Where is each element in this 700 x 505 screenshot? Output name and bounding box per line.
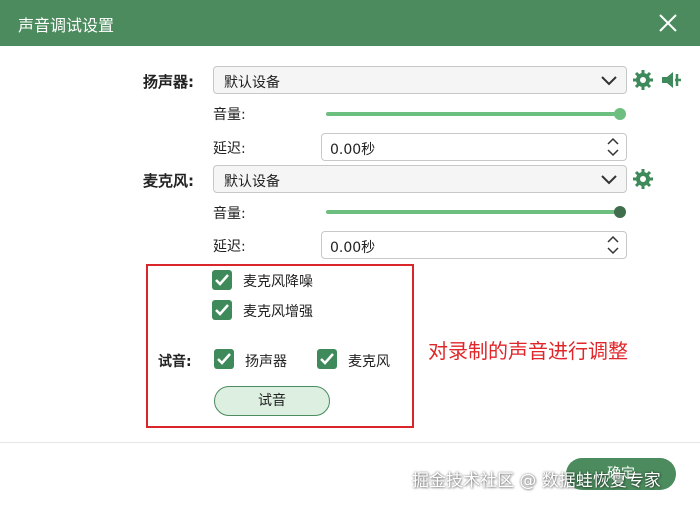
speaker-device-select[interactable]: 默认设备 <box>213 66 627 94</box>
test-label: 试音: <box>158 354 192 370</box>
slider-thumb[interactable] <box>614 206 626 218</box>
mic-label: 麦克风: <box>143 172 194 190</box>
gear-icon[interactable] <box>632 168 654 190</box>
speaker-label: 扬声器: <box>143 73 194 91</box>
slider-track <box>326 112 620 116</box>
check-icon <box>215 304 229 316</box>
close-icon[interactable] <box>654 9 682 37</box>
spinner-arrows-icon[interactable] <box>606 234 620 256</box>
spinner-arrows-icon[interactable] <box>606 136 620 158</box>
mic-device-select[interactable]: 默认设备 <box>213 165 627 193</box>
noise-reduction-checkbox[interactable] <box>212 270 232 290</box>
speaker-delay-value: 0.00秒 <box>330 142 376 158</box>
check-icon <box>215 274 229 286</box>
speaker-volume-slider[interactable] <box>326 107 626 121</box>
speaker-delay-input[interactable]: 0.00秒 <box>321 133 627 161</box>
mic-enhance-label: 麦克风增强 <box>243 304 313 320</box>
footer-divider <box>0 442 700 443</box>
mic-delay-input[interactable]: 0.00秒 <box>321 231 627 259</box>
test-mic-label: 麦克风 <box>348 354 390 370</box>
check-icon <box>320 353 334 365</box>
annotation-text: 对录制的声音进行调整 <box>428 339 628 363</box>
speaker-delay-label: 延迟: <box>213 141 246 157</box>
mic-volume-label: 音量: <box>213 206 246 222</box>
mic-enhance-checkbox[interactable] <box>212 300 232 320</box>
mic-delay-label: 延迟: <box>213 239 246 255</box>
test-mic-checkbox[interactable] <box>317 349 337 369</box>
speaker-volume-label: 音量: <box>213 107 246 123</box>
mic-device-value: 默认设备 <box>224 174 280 190</box>
mic-volume-slider[interactable] <box>326 205 626 219</box>
window-title: 声音调试设置 <box>18 16 115 35</box>
watermark: 掘金技术社区 @ 数据蛙恢复专家 <box>412 471 661 491</box>
noise-reduction-label: 麦克风降噪 <box>243 274 313 290</box>
chevron-down-icon <box>601 175 617 185</box>
slider-thumb[interactable] <box>614 108 626 120</box>
sound-settings-dialog: 声音调试设置 扬声器: 默认设备 音量: 延迟: 0.00秒 麦克风: 默认设备… <box>0 0 700 505</box>
test-speaker-label: 扬声器 <box>245 354 287 370</box>
speaker-icon[interactable] <box>660 69 682 91</box>
chevron-down-icon <box>601 76 617 86</box>
title-bar: 声音调试设置 <box>0 0 700 46</box>
mic-delay-value: 0.00秒 <box>330 240 376 256</box>
gear-icon[interactable] <box>632 69 654 91</box>
test-sound-button[interactable]: 试音 <box>214 386 330 416</box>
speaker-device-value: 默认设备 <box>224 75 280 91</box>
slider-track <box>326 210 620 214</box>
check-icon <box>217 353 231 365</box>
test-speaker-checkbox[interactable] <box>214 349 234 369</box>
